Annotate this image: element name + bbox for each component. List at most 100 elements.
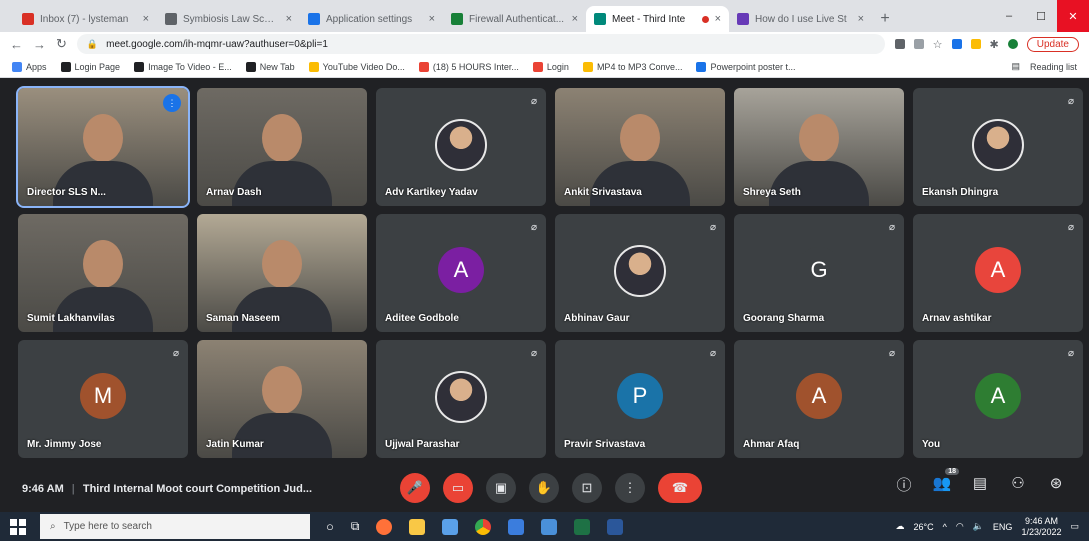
participant-tile[interactable]: ⌀ Ujjwal Parashar — [376, 340, 546, 458]
participant-tile[interactable]: Arnav Dash — [197, 88, 367, 206]
bookmark-item[interactable]: (18) 5 HOURS Inter... — [418, 61, 519, 72]
close-tab-icon[interactable]: × — [429, 13, 435, 25]
bookmark-item[interactable]: Image To Video - E... — [134, 61, 232, 72]
bookmark-item[interactable]: MP4 to MP3 Conve... — [582, 61, 682, 72]
bookmark-item[interactable]: YouTube Video Do... — [308, 61, 405, 72]
taskbar-apps: ○ ⧉ — [326, 518, 624, 535]
temperature-text[interactable]: 26°C — [914, 522, 934, 532]
participant-tile[interactable]: A ⌀ Aditee Godbole — [376, 214, 546, 332]
notifications-icon[interactable]: ▭ — [1070, 521, 1079, 532]
participant-tile[interactable]: Saman Naseem — [197, 214, 367, 332]
tab-favicon-icon — [308, 13, 320, 25]
close-tab-icon[interactable]: × — [572, 13, 578, 25]
reading-list-icon[interactable]: ▤ — [1011, 61, 1020, 72]
bookmark-item[interactable]: New Tab — [245, 61, 295, 72]
participant-tile[interactable]: A ⌀ Ahmar Afaq — [734, 340, 904, 458]
participant-tile[interactable]: Ankit Srivastava — [555, 88, 725, 206]
extension-icon[interactable] — [970, 39, 981, 49]
taskbar-clock[interactable]: 9:46 AM 1/23/2022 — [1021, 516, 1061, 538]
cortana-icon[interactable]: ○ — [326, 519, 334, 534]
language-indicator[interactable]: ENG — [993, 522, 1013, 532]
download-extension-icon[interactable] — [951, 39, 962, 49]
close-tab-icon[interactable]: × — [143, 13, 149, 25]
raise-hand-button[interactable]: ✋ — [529, 473, 559, 503]
weather-icon[interactable]: ☁ — [896, 521, 905, 532]
participant-tile[interactable]: Shreya Seth — [734, 88, 904, 206]
url-field[interactable]: 🔒 meet.google.com/ih-mqmr-uaw?authuser=0… — [76, 34, 885, 54]
participant-name: Abhinav Gaur — [564, 313, 630, 324]
browser-tab[interactable]: Firewall Authenticat... × — [443, 6, 586, 32]
browser-tab[interactable]: How do I use Live St × — [729, 6, 872, 32]
excel-icon[interactable] — [574, 518, 591, 535]
participant-tile[interactable]: A ⌀ Arnav ashtikar — [913, 214, 1083, 332]
word-icon[interactable] — [607, 518, 624, 535]
close-tab-icon[interactable]: × — [858, 13, 864, 25]
bookmark-item[interactable]: Login Page — [60, 61, 120, 72]
mic-off-button[interactable]: 🎤 — [400, 473, 430, 503]
tray-chevron-icon[interactable]: ^ — [943, 522, 947, 532]
volume-icon[interactable]: 🔈 — [973, 521, 984, 532]
participant-tile[interactable]: Sumit Lakhanvilas — [18, 214, 188, 332]
puzzle-icon[interactable]: ✱ — [990, 38, 999, 51]
participant-tile[interactable]: ⋮ Director SLS N... — [16, 86, 190, 208]
participant-grid: ⋮ Director SLS N... Arnav Dash ⌀ Adv Kartike… — [16, 86, 1084, 462]
bookmark-favicon-icon — [12, 61, 22, 72]
file-explorer-icon[interactable] — [409, 518, 426, 535]
people-icon[interactable]: 👥 18 — [931, 468, 959, 495]
reading-list-label[interactable]: Reading list — [1030, 62, 1077, 72]
browser-tab[interactable]: Inbox (7) - lysteman × — [14, 6, 157, 32]
more-options-button[interactable]: ⋮ — [615, 473, 645, 503]
participant-tile[interactable]: Jatin Kumar — [197, 340, 367, 458]
activities-icon[interactable]: ⚇ — [1007, 474, 1029, 495]
wifi-icon[interactable]: ◠ — [956, 521, 964, 532]
camera-icon[interactable] — [894, 39, 905, 49]
leave-call-button[interactable]: ☎ — [658, 473, 702, 503]
minimize-button[interactable]: – — [993, 0, 1025, 32]
forward-icon[interactable]: → — [33, 37, 46, 52]
host-controls-icon[interactable]: ⊛ — [1045, 474, 1067, 495]
participant-tile[interactable]: G ⌀ Goorang Sharma — [734, 214, 904, 332]
camera-off-button[interactable]: ▭ — [443, 473, 473, 503]
info-icon[interactable]: ⓘ — [893, 474, 915, 495]
participant-name: Ekansh Dhingra — [922, 187, 999, 198]
new-tab-button[interactable]: + — [872, 6, 898, 32]
onenote-icon[interactable] — [508, 518, 525, 535]
present-button[interactable]: ⊡ — [572, 473, 602, 503]
taskbar-search-field[interactable]: ⌕ Type here to search — [40, 514, 310, 539]
captions-button[interactable]: ▣ — [486, 473, 516, 503]
maximize-button[interactable]: ☐ — [1025, 0, 1057, 32]
profile-avatar[interactable] — [1007, 39, 1018, 49]
translate-icon[interactable] — [913, 39, 924, 49]
browser-tab[interactable]: Application settings × — [300, 6, 443, 32]
participant-tile[interactable]: P ⌀ Pravir Srivastava — [555, 340, 725, 458]
notepad-icon[interactable] — [442, 518, 459, 535]
back-icon[interactable]: ← — [10, 37, 23, 52]
star-icon[interactable]: ☆ — [933, 38, 943, 51]
bookmark-item[interactable]: Apps — [12, 61, 47, 72]
browser-tab[interactable]: Symbiosis Law School × — [157, 6, 300, 32]
firefox-icon[interactable] — [376, 518, 393, 535]
reload-icon[interactable]: ↻ — [56, 36, 67, 52]
participant-tile[interactable]: A ⌀ You — [913, 340, 1083, 458]
participant-tile[interactable]: ⌀ Ekansh Dhingra — [913, 88, 1083, 206]
participant-tile[interactable]: ⌀ Adv Kartikey Yadav — [376, 88, 546, 206]
task-view-icon[interactable]: ⧉ — [351, 519, 360, 534]
close-tab-icon[interactable]: × — [715, 13, 721, 25]
bookmark-label: New Tab — [259, 61, 295, 72]
participant-avatar-photo — [972, 119, 1024, 171]
call-controls: 🎤 ▭ ▣ ✋ ⊡ ⋮ ☎ — [400, 473, 702, 503]
bookmark-item[interactable]: Login — [532, 61, 569, 72]
update-button[interactable]: Update — [1026, 36, 1079, 52]
chrome-icon[interactable] — [475, 518, 492, 535]
settings-app-icon[interactable] — [541, 518, 558, 535]
windows-start-icon[interactable] — [10, 518, 26, 535]
bookmark-item[interactable]: Powerpoint poster t... — [696, 61, 796, 72]
participant-tile[interactable]: ⌀ Abhinav Gaur — [555, 214, 725, 332]
close-window-button[interactable]: ✕ — [1057, 0, 1089, 32]
meet-side-controls: ⓘ 👥 18 ▤ ⚇ ⊛ — [893, 468, 1067, 495]
close-tab-icon[interactable]: × — [286, 13, 292, 25]
participant-tile[interactable]: M ⌀ Mr. Jimmy Jose — [18, 340, 188, 458]
browser-tab[interactable]: Meet - Third Inte × — [586, 6, 729, 32]
chat-icon[interactable]: ▤ — [969, 474, 991, 495]
participant-name: Director SLS N... — [27, 187, 106, 198]
